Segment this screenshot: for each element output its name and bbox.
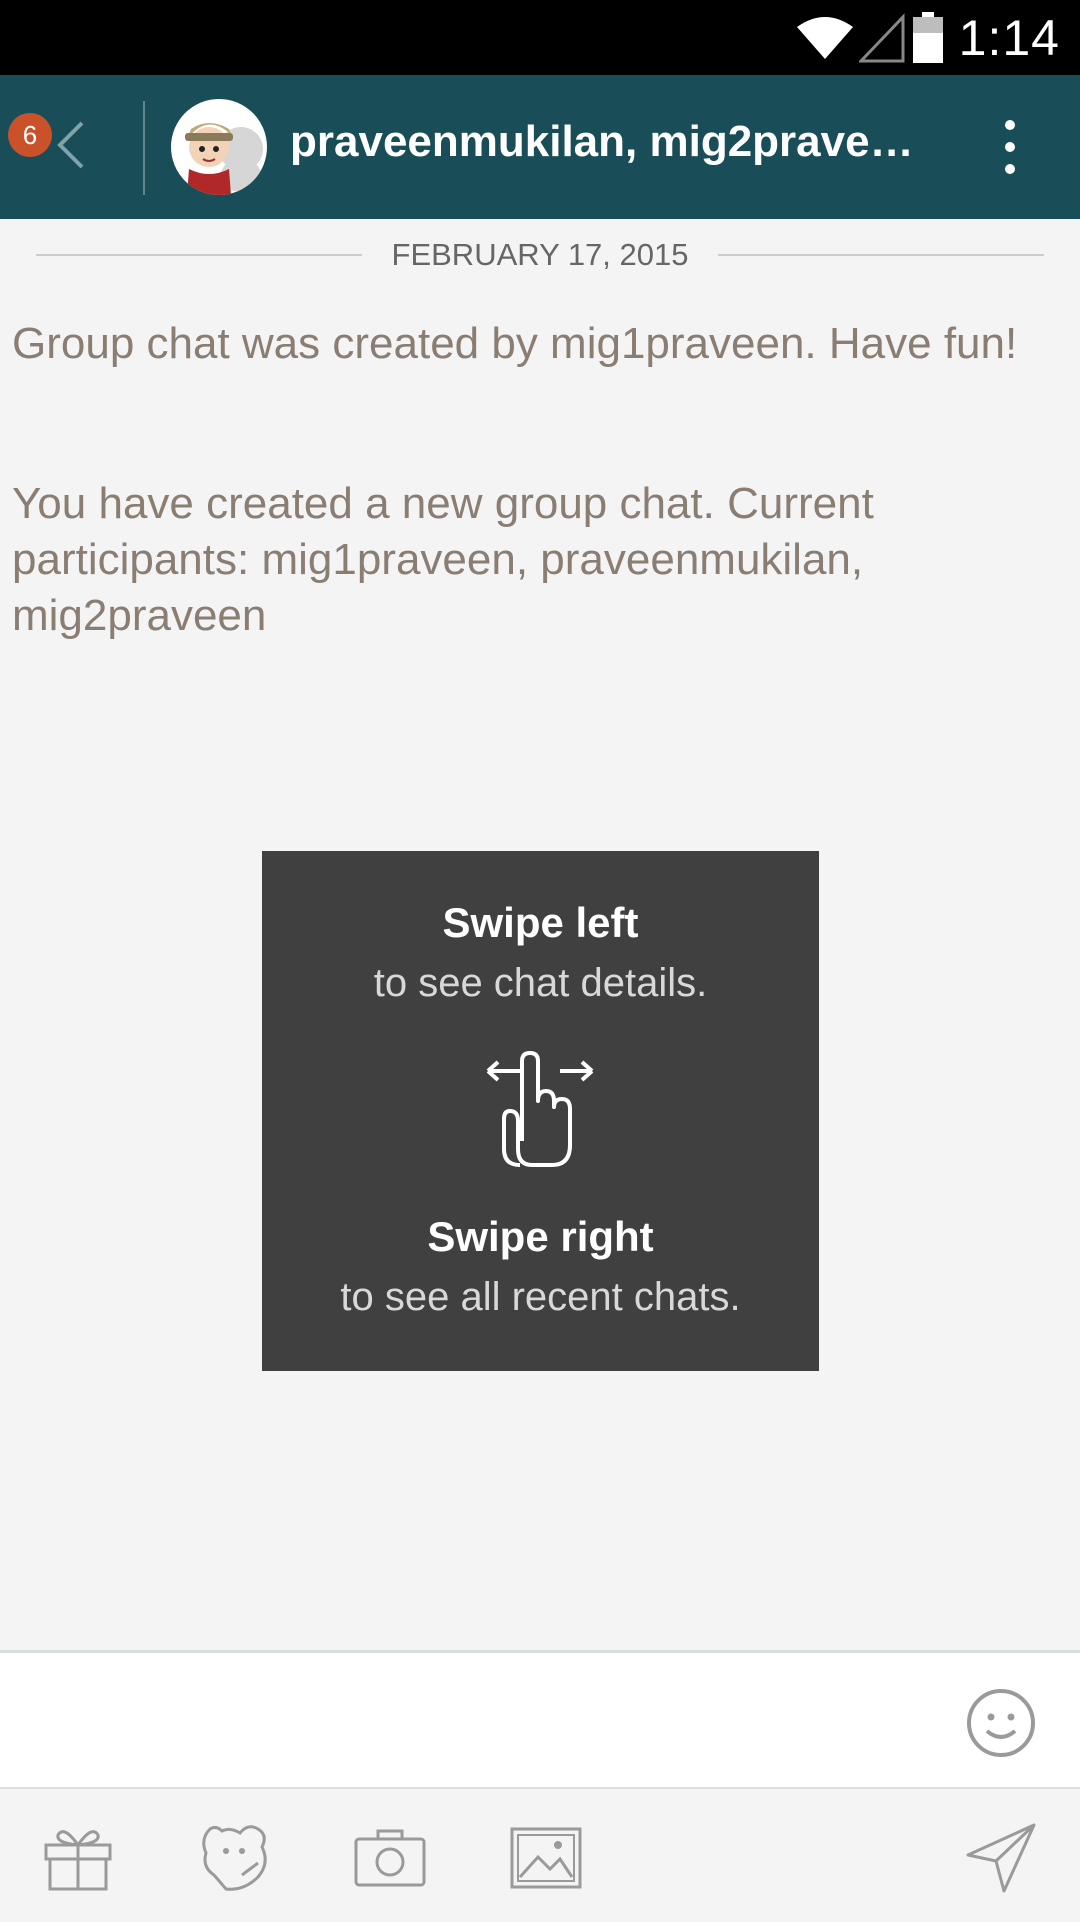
back-chevron-icon[interactable] xyxy=(50,115,90,175)
swipe-right-title: Swipe right xyxy=(427,1213,654,1260)
date-line-left xyxy=(36,254,362,256)
wifi-icon xyxy=(796,17,853,59)
battery-icon xyxy=(912,12,943,63)
status-time: 1:14 xyxy=(958,10,1060,66)
group-avatar[interactable] xyxy=(171,99,267,195)
avatar-icon xyxy=(185,123,263,195)
system-message: Group chat was created by mig1praveen. H… xyxy=(12,319,1018,368)
message-input-area[interactable] xyxy=(0,1650,1080,1788)
gift-icon[interactable] xyxy=(40,1819,116,1895)
date-separator: FEBRUARY 17, 2015 xyxy=(36,235,1044,275)
attachment-toolbar xyxy=(0,1787,1080,1922)
header-divider xyxy=(143,101,145,195)
swipe-left-desc: to see chat details. xyxy=(373,961,708,1005)
image-icon[interactable] xyxy=(508,1819,584,1895)
swipe-tutorial-overlay[interactable]: Swipe left to see chat details. Swipe ri… xyxy=(262,851,819,1371)
emoji-icon[interactable] xyxy=(965,1687,1037,1759)
date-line-right xyxy=(718,254,1044,256)
unread-badge: 6 xyxy=(8,113,52,157)
signal-icon xyxy=(858,13,905,63)
chat-title[interactable]: praveenmukilan, mig2praveen … xyxy=(290,117,930,167)
send-icon[interactable] xyxy=(964,1819,1040,1895)
system-message: You have created a new group chat. Curre… xyxy=(12,479,874,640)
date-label: FEBRUARY 17, 2015 xyxy=(391,237,689,272)
chat-header: 6 praveenmukilan, mig2praveen … xyxy=(0,75,1080,219)
sticker-icon[interactable] xyxy=(196,1819,272,1895)
swipe-right-desc: to see all recent chats. xyxy=(340,1275,741,1319)
overflow-menu-icon[interactable] xyxy=(990,115,1030,179)
camera-icon[interactable] xyxy=(352,1819,428,1895)
swipe-left-title: Swipe left xyxy=(442,899,639,946)
status-bar: 1:14 xyxy=(0,0,1080,75)
swipe-hand-icon xyxy=(486,1051,594,1167)
